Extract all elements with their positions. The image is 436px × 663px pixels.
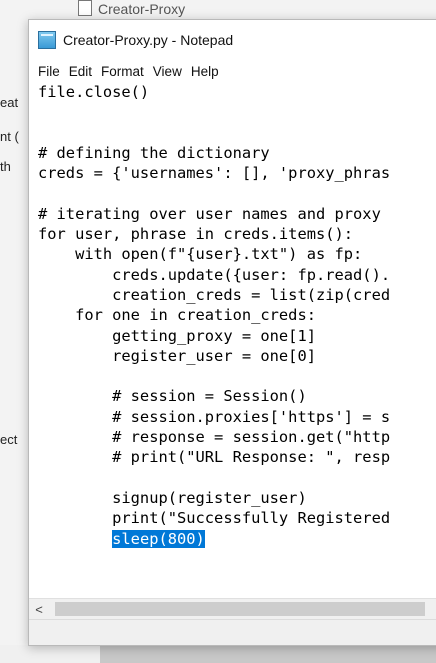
code-line: for one in creation_creds: [38, 306, 316, 325]
code-line: creation_creds = list(zip(cred [38, 285, 391, 304]
code-line: # session.proxies['https'] = s [38, 407, 391, 426]
scroll-thumb[interactable] [55, 602, 425, 616]
background-taskbar [100, 645, 436, 663]
code-line: creds = {'usernames': [], 'proxy_phras [38, 164, 391, 183]
menu-file[interactable]: File [37, 63, 61, 80]
background-tab[interactable]: Creator-Proxy [78, 0, 378, 18]
background-text-fragment: eat [0, 95, 19, 110]
horizontal-scrollbar[interactable]: < [29, 598, 436, 619]
code-line: signup(register_user) [38, 488, 307, 507]
background-text-fragment: th [0, 159, 11, 174]
code-line: print("Successfully Registered [38, 509, 391, 528]
background-tab-title: Creator-Proxy [98, 1, 186, 17]
notepad-app-icon [38, 31, 56, 49]
menu-help[interactable]: Help [190, 63, 220, 80]
code-line: # response = session.get("http [38, 428, 391, 447]
background-text-fragment: ect [0, 432, 18, 447]
code-line: # iterating over user names and proxy [38, 204, 381, 223]
background-taskbar-left [0, 645, 100, 663]
code-line: file.close() [38, 83, 150, 101]
code-line: creds.update({user: fp.read(). [38, 265, 391, 284]
document-icon [78, 0, 92, 16]
code-line: for user, phrase in creds.items(): [38, 225, 354, 244]
code-line: getting_proxy = one[1] [38, 326, 316, 345]
selected-code-line: sleep(800) [29, 529, 436, 549]
code-line: # print("URL Response: ", resp [38, 448, 391, 467]
background-text-fragment: nt ( [0, 129, 19, 144]
code-line: # defining the dictionary [38, 143, 270, 162]
menu-format[interactable]: Format [100, 63, 145, 80]
menu-view[interactable]: View [152, 63, 183, 80]
scroll-left-arrow-icon[interactable]: < [29, 599, 49, 619]
code-line: register_user = one[0] [38, 346, 316, 365]
window-title: Creator-Proxy.py - Notepad [63, 32, 234, 48]
notepad-window: Creator-Proxy.py - Notepad File Edit For… [28, 19, 436, 646]
text-editor[interactable]: file.close() # defining the dictionary c… [29, 82, 436, 602]
status-bar [29, 619, 436, 645]
code-line: with open(f"{user}.txt") as fp: [38, 245, 363, 264]
title-bar[interactable]: Creator-Proxy.py - Notepad [29, 20, 436, 60]
menu-bar: File Edit Format View Help [29, 60, 436, 82]
selected-text[interactable]: sleep(800) [112, 529, 205, 548]
code-line: # session = Session() [38, 387, 307, 406]
menu-edit[interactable]: Edit [68, 63, 93, 80]
